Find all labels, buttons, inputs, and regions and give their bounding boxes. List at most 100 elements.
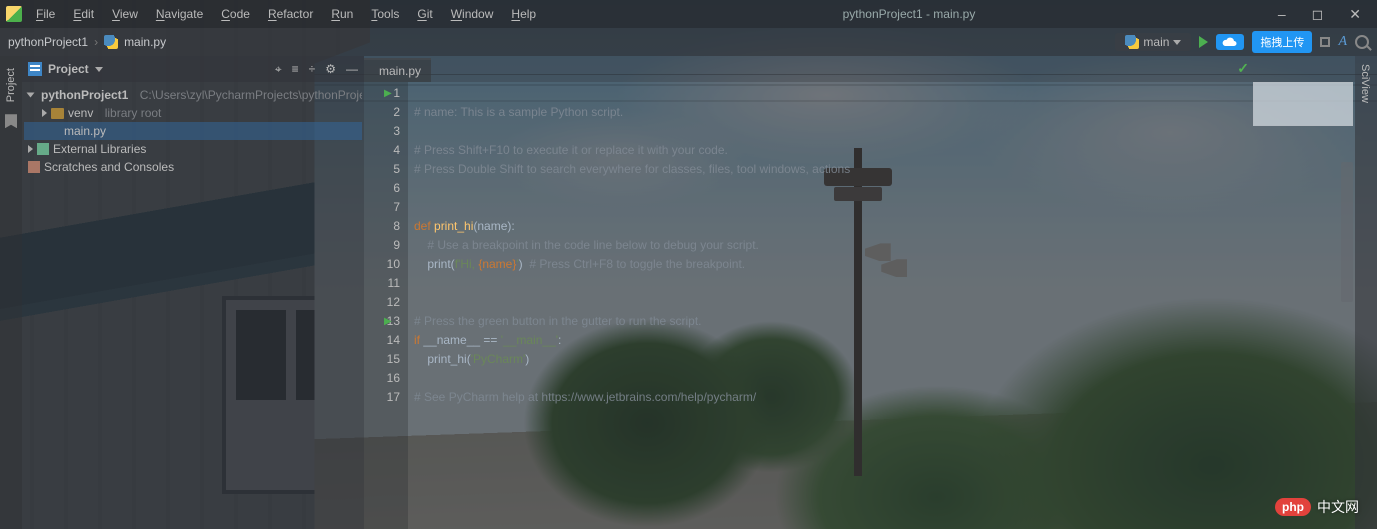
upload-button[interactable]: 拖拽上传 bbox=[1252, 31, 1312, 53]
code-editor[interactable]: 1234567891011121314151617 ▶ ▶ # name: Th… bbox=[364, 82, 1355, 529]
menu-code[interactable]: Code bbox=[217, 4, 254, 24]
gutter-line-number[interactable]: 16 bbox=[364, 369, 400, 388]
watermark: php 中文网 bbox=[1275, 497, 1359, 517]
run-button[interactable] bbox=[1199, 36, 1208, 48]
bookmarks-tool-icon[interactable] bbox=[5, 114, 17, 128]
project-panel-tools: ⌖ ≡ ÷ ⚙ — bbox=[275, 62, 358, 77]
run-line-marker-icon[interactable]: ▶ bbox=[384, 312, 392, 331]
code-area[interactable]: # name: This is a sample Python script. … bbox=[414, 84, 1355, 426]
expand-all-icon[interactable]: ≡ bbox=[292, 62, 299, 77]
python-icon bbox=[1125, 35, 1139, 49]
gutter-line-number[interactable]: 13 bbox=[364, 312, 400, 331]
folder-icon bbox=[51, 108, 64, 119]
code-minimap[interactable] bbox=[1253, 82, 1353, 126]
left-tool-strip: Project bbox=[0, 56, 22, 529]
pycharm-logo-icon bbox=[6, 6, 22, 22]
tree-external-libs[interactable]: External Libraries bbox=[24, 140, 362, 158]
maximize-button[interactable]: ◻ bbox=[1312, 6, 1324, 23]
gutter-line-number[interactable]: 14 bbox=[364, 331, 400, 350]
cloud-sync-button[interactable] bbox=[1216, 34, 1244, 50]
run-line-marker-icon[interactable]: ▶ bbox=[384, 84, 392, 103]
project-tool-tab[interactable]: Project bbox=[5, 64, 17, 106]
menu-view[interactable]: View bbox=[108, 4, 142, 24]
run-config-selector[interactable]: main bbox=[1115, 33, 1191, 51]
tree-venv[interactable]: venv library root bbox=[24, 104, 362, 122]
breadcrumb-project[interactable]: pythonProject1 bbox=[8, 35, 88, 49]
tree-file-label: main.py bbox=[64, 124, 106, 138]
settings-gear-icon[interactable]: ⚙ bbox=[325, 62, 336, 77]
gutter-line-number[interactable]: 3 bbox=[364, 122, 400, 141]
code-tok: # Press Ctrl+F8 to toggle the breakpoint… bbox=[529, 257, 745, 271]
main-menu: File Edit View Navigate Code Refactor Run Tools… bbox=[32, 4, 540, 24]
menu-tools[interactable]: Tools bbox=[367, 4, 403, 24]
tree-scratches[interactable]: Scratches and Consoles bbox=[24, 158, 362, 176]
close-button[interactable]: ✕ bbox=[1349, 6, 1361, 23]
gutter-line-number[interactable]: 9 bbox=[364, 236, 400, 255]
editor-tab-main[interactable]: main.py bbox=[364, 58, 431, 82]
code-line: # Use a breakpoint in the code line belo… bbox=[414, 238, 759, 252]
code-line: # Press the green button in the gutter t… bbox=[414, 314, 702, 328]
gutter-line-number[interactable]: 7 bbox=[364, 198, 400, 217]
title-bar: File Edit View Navigate Code Refactor Run Tools… bbox=[0, 0, 1377, 28]
watermark-badge: php bbox=[1275, 498, 1311, 516]
menu-git[interactable]: Git bbox=[413, 4, 436, 24]
window-title: pythonProject1 - main.py bbox=[550, 7, 1268, 21]
cloud-icon bbox=[1222, 36, 1238, 48]
expand-arrow-icon[interactable] bbox=[42, 109, 47, 117]
expand-arrow-icon[interactable] bbox=[27, 93, 35, 98]
gutter-line-number[interactable]: 15 bbox=[364, 350, 400, 369]
tree-scratches-label: Scratches and Consoles bbox=[44, 160, 174, 174]
gutter-line-number[interactable]: 4 bbox=[364, 141, 400, 160]
library-icon bbox=[37, 143, 49, 155]
code-tok: if bbox=[414, 333, 423, 347]
gutter-line-number[interactable]: 2 bbox=[364, 103, 400, 122]
menu-refactor[interactable]: Refactor bbox=[264, 4, 317, 24]
code-tok: ) bbox=[525, 352, 529, 366]
project-panel-title[interactable]: Project bbox=[48, 62, 89, 76]
navigation-bar: pythonProject1 › main.py main 拖拽上传 A bbox=[0, 28, 1377, 56]
chevron-down-icon[interactable] bbox=[95, 67, 103, 72]
watermark-text: 中文网 bbox=[1317, 497, 1359, 517]
gutter-line-number[interactable]: 6 bbox=[364, 179, 400, 198]
menu-edit[interactable]: Edit bbox=[69, 4, 98, 24]
editor-gutter[interactable]: 1234567891011121314151617 bbox=[364, 82, 408, 529]
editor-scrollbar[interactable] bbox=[1341, 162, 1353, 302]
menu-help[interactable]: Help bbox=[507, 4, 540, 24]
select-opened-file-icon[interactable]: ⌖ bbox=[275, 62, 282, 77]
presentation-assistant-icon[interactable]: A bbox=[1338, 34, 1347, 50]
menu-file[interactable]: File bbox=[32, 4, 59, 24]
code-tok: def bbox=[414, 219, 434, 233]
run-config-label: main bbox=[1143, 35, 1169, 49]
expand-arrow-icon[interactable] bbox=[28, 145, 33, 153]
gutter-line-number[interactable]: 1 bbox=[364, 84, 400, 103]
menu-navigate[interactable]: Navigate bbox=[152, 4, 207, 24]
gutter-line-number[interactable]: 11 bbox=[364, 274, 400, 293]
sciview-tool-tab[interactable]: SciView bbox=[1355, 56, 1375, 111]
tree-file-main[interactable]: main.py bbox=[24, 122, 362, 140]
code-tok: {name} bbox=[478, 257, 516, 271]
tree-root-path: C:\Users\zyl\PycharmProjects\pythonProje… bbox=[140, 88, 362, 102]
code-tok: (name): bbox=[473, 219, 514, 233]
menu-run[interactable]: Run bbox=[327, 4, 357, 24]
inspection-ok-icon[interactable]: ✓ bbox=[1237, 60, 1249, 77]
code-tok: print( bbox=[414, 257, 455, 271]
gutter-line-number[interactable]: 12 bbox=[364, 293, 400, 312]
gutter-line-number[interactable]: 10 bbox=[364, 255, 400, 274]
gutter-line-number[interactable]: 17 bbox=[364, 388, 400, 407]
collapse-all-icon[interactable]: ÷ bbox=[309, 62, 316, 77]
breadcrumb-file[interactable]: main.py bbox=[124, 35, 166, 49]
code-tok: '__main__' bbox=[501, 333, 558, 347]
stop-button[interactable] bbox=[1320, 37, 1330, 47]
tree-root[interactable]: pythonProject1 C:\Users\zyl\PycharmProje… bbox=[24, 86, 362, 104]
code-line: # See PyCharm help at https://www.jetbra… bbox=[414, 390, 756, 404]
code-line: # Press Double Shift to search everywher… bbox=[414, 162, 850, 176]
tree-root-name: pythonProject1 bbox=[41, 88, 128, 102]
minimize-button[interactable]: – bbox=[1278, 6, 1286, 23]
gutter-line-number[interactable]: 5 bbox=[364, 160, 400, 179]
gutter-line-number[interactable]: 8 bbox=[364, 217, 400, 236]
chevron-down-icon bbox=[1173, 40, 1181, 45]
hide-panel-icon[interactable]: — bbox=[346, 62, 358, 77]
scratches-icon bbox=[28, 161, 40, 173]
menu-window[interactable]: Window bbox=[447, 4, 498, 24]
search-everywhere-icon[interactable] bbox=[1355, 35, 1369, 49]
